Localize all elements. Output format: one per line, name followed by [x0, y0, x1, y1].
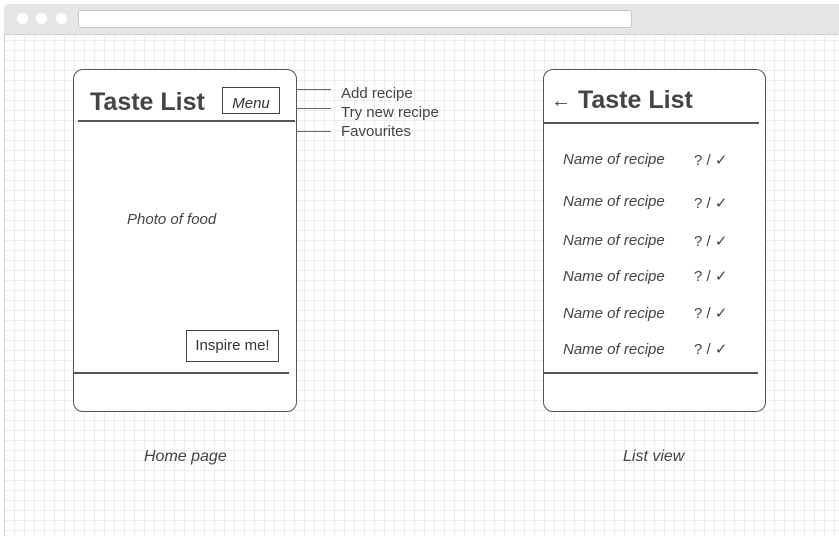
menu-connector-line [296, 131, 331, 132]
food-photo-placeholder: Photo of food [127, 211, 217, 228]
list-header: ← Taste List [551, 86, 693, 115]
recipe-status[interactable]: ? / ✓ [694, 194, 727, 212]
window-close-dot[interactable] [17, 13, 28, 24]
browser-window: Taste List Menu Photo of food Inspire me… [0, 0, 839, 536]
recipe-name[interactable]: Name of recipe [563, 268, 665, 285]
menu-option-favourites[interactable]: Favourites [341, 123, 411, 140]
browser-titlebar [4, 4, 839, 35]
menu-button[interactable]: Menu [222, 87, 280, 114]
home-app-title: Taste List [90, 88, 205, 116]
recipe-name[interactable]: Name of recipe [563, 232, 665, 249]
recipe-status[interactable]: ? / ✓ [694, 304, 727, 322]
home-page-caption: Home page [144, 448, 227, 465]
recipe-status[interactable]: ? / ✓ [694, 267, 727, 285]
recipe-status[interactable]: ? / ✓ [694, 151, 727, 169]
recipe-name[interactable]: Name of recipe [563, 305, 665, 322]
menu-option-try-new-recipe[interactable]: Try new recipe [341, 104, 439, 121]
home-footer-divider [74, 372, 289, 374]
menu-option-add-recipe[interactable]: Add recipe [341, 85, 413, 102]
window-minimize-dot[interactable] [36, 13, 47, 24]
recipe-name[interactable]: Name of recipe [563, 151, 665, 168]
recipe-name[interactable]: Name of recipe [563, 341, 665, 358]
back-arrow-icon[interactable]: ← [551, 90, 571, 112]
address-bar[interactable] [78, 10, 632, 28]
list-app-title: Taste List [577, 86, 693, 114]
inspire-me-button[interactable]: Inspire me! [186, 330, 279, 362]
menu-connector-line [296, 89, 331, 90]
list-header-divider [544, 122, 759, 124]
list-view-caption: List view [623, 448, 685, 465]
recipe-name[interactable]: Name of recipe [563, 193, 665, 210]
list-footer-divider [544, 372, 758, 374]
recipe-status[interactable]: ? / ✓ [694, 340, 727, 358]
recipe-status[interactable]: ? / ✓ [694, 232, 727, 250]
menu-connector-line [296, 108, 331, 109]
home-header-divider [78, 120, 295, 122]
window-maximize-dot[interactable] [56, 13, 67, 24]
